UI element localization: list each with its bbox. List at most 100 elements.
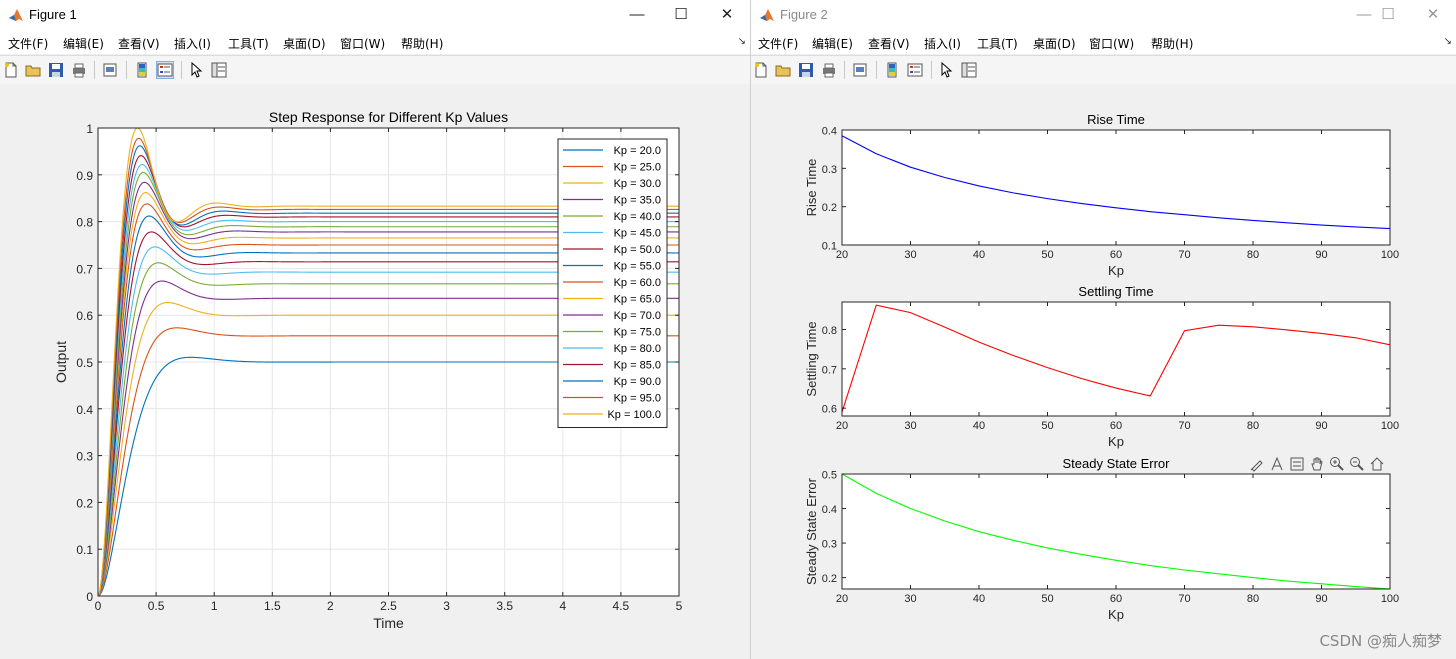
close-button[interactable]: ✕ [704, 0, 750, 30]
legend-label: Kp = 75.0 [614, 327, 661, 339]
zoom-in-icon[interactable] [1329, 456, 1345, 472]
toolbar-separator [844, 61, 845, 79]
menu-desktop[interactable]: 桌面(D) [1033, 35, 1076, 52]
menu-overflow-icon[interactable]: ↘ [738, 36, 746, 47]
legend-icon[interactable] [907, 62, 923, 78]
pan-icon[interactable] [1309, 456, 1325, 472]
plot-area [842, 130, 1390, 245]
colorbar-icon[interactable] [884, 62, 900, 78]
watermark-text: CSDN @痴人痴梦 [1319, 632, 1442, 650]
menu-view[interactable]: 查看(V) [118, 35, 160, 52]
menu-tools[interactable]: 工具(T) [228, 35, 269, 52]
print-preview-icon[interactable] [852, 62, 868, 78]
x-tick-label: 20 [836, 420, 848, 432]
y-tick-label: 0.4 [76, 403, 93, 417]
menu-insert[interactable]: 插入(I) [924, 35, 961, 52]
x-tick-label: 90 [1315, 593, 1327, 605]
x-tick-label: 50 [1041, 249, 1053, 261]
x-tick-label: 0.5 [148, 599, 165, 613]
pointer-icon[interactable] [938, 62, 954, 78]
close-button[interactable]: ✕ [1410, 0, 1456, 30]
legend-label: Kp = 100.0 [607, 409, 661, 421]
property-editor-icon[interactable] [961, 62, 977, 78]
zoom-out-icon[interactable] [1349, 456, 1365, 472]
menu-help[interactable]: 帮助(H) [401, 35, 443, 52]
print-icon[interactable] [71, 62, 87, 78]
step-response-plot[interactable]: 0 0.5 1 1.5 2 2.5 3 3.5 4 4.5 5 0 0.1 0.2 0.3 0.4 0.5 0.6… [0, 84, 750, 659]
legend-label: Kp = 60.0 [614, 277, 661, 289]
matlab-logo-icon [760, 9, 774, 21]
y-tick-label: 0.5 [822, 470, 837, 482]
menu-help[interactable]: 帮助(H) [1151, 35, 1193, 52]
menu-view[interactable]: 查看(V) [868, 35, 910, 52]
matlab-logo-icon [9, 9, 23, 21]
property-editor-icon[interactable] [211, 62, 227, 78]
menu-edit[interactable]: 编辑(E) [812, 35, 853, 52]
brush-icon[interactable] [1249, 456, 1265, 472]
x-tick-label: 4 [559, 599, 566, 613]
x-tick-label: 70 [1178, 593, 1190, 605]
legend-label: Kp = 20.0 [614, 145, 661, 157]
menu-overflow-icon[interactable]: ↘ [1444, 36, 1452, 47]
menu-file[interactable]: 文件(F) [758, 35, 798, 52]
pointer-icon[interactable] [188, 62, 204, 78]
menu-desktop[interactable]: 桌面(D) [283, 35, 326, 52]
x-tick-label: 4.5 [613, 599, 630, 613]
menu-insert[interactable]: 插入(I) [174, 35, 211, 52]
figure-canvas: 20 30 40 50 60 70 80 90 100 0.1 0.2 0.3 0.4 Rise Time… [751, 84, 1456, 659]
menu-file[interactable]: 文件(F) [8, 35, 48, 52]
x-tick-label: 60 [1110, 593, 1122, 605]
y-tick-label: 0.6 [76, 309, 93, 323]
toolbar-separator [931, 61, 932, 79]
legend-label: Kp = 30.0 [614, 178, 661, 190]
new-figure-icon[interactable] [3, 62, 19, 78]
menu-window[interactable]: 窗口(W) [1089, 35, 1134, 52]
title-bar[interactable]: Figure 2 — ☐ ✕ [751, 0, 1456, 30]
print-icon[interactable] [821, 62, 837, 78]
title-bar[interactable]: Figure 1 — ☐ ✕ [0, 0, 750, 30]
figure-toolbar [0, 55, 750, 85]
y-tick-label: 0.5 [76, 356, 93, 370]
performance-subplots[interactable]: 20 30 40 50 60 70 80 90 100 0.1 0.2 0.3 0.4 Rise Time… [751, 84, 1456, 659]
menu-window[interactable]: 窗口(W) [340, 35, 385, 52]
plot-area [842, 302, 1390, 416]
y-tick-label: 0 [86, 590, 93, 604]
menu-bar: 文件(F) 编辑(E) 查看(V) 插入(I) 工具(T) 桌面(D) 窗口(W… [0, 30, 750, 54]
save-icon[interactable] [798, 62, 814, 78]
y-tick-label: 0.7 [822, 364, 837, 376]
x-axis-label: Time [373, 615, 404, 631]
x-tick-label: 40 [973, 593, 985, 605]
menu-edit[interactable]: 编辑(E) [63, 35, 104, 52]
menu-tools[interactable]: 工具(T) [977, 35, 1018, 52]
legend-label: Kp = 70.0 [614, 310, 661, 322]
chart-title: Rise Time [1087, 112, 1145, 127]
figure-toolbar [751, 55, 1456, 85]
print-preview-icon[interactable] [102, 62, 118, 78]
legend-label: Kp = 90.0 [614, 376, 661, 388]
y-tick-label: 0.3 [822, 539, 837, 551]
x-tick-label: 60 [1110, 249, 1122, 261]
open-file-icon[interactable] [775, 62, 791, 78]
minimize-button[interactable]: — [614, 0, 660, 30]
window-title: Figure 2 [780, 7, 828, 22]
y-tick-label: 0.4 [822, 504, 837, 516]
new-figure-icon[interactable] [753, 62, 769, 78]
figure-2-window: Figure 2 — ☐ ✕ 文件(F) 编辑(E) 查看(V) 插入(I) 工… [751, 0, 1456, 659]
legend-label: Kp = 45.0 [614, 228, 661, 240]
export-icon[interactable] [1289, 456, 1305, 472]
maximize-button[interactable]: ☐ [658, 0, 704, 30]
open-file-icon[interactable] [25, 62, 41, 78]
y-tick-label: 0.3 [76, 450, 93, 464]
x-tick-label: 60 [1110, 420, 1122, 432]
home-icon[interactable] [1369, 456, 1385, 472]
save-icon[interactable] [48, 62, 64, 78]
x-tick-label: 1.5 [264, 599, 281, 613]
maximize-button[interactable]: ☐ [1365, 0, 1411, 30]
y-tick-label: 0.4 [822, 126, 837, 138]
plot-area [842, 474, 1390, 589]
x-tick-label: 0 [95, 599, 102, 613]
colorbar-icon[interactable] [134, 62, 150, 78]
y-tick-label: 1 [86, 122, 93, 136]
legend-icon[interactable] [156, 61, 174, 79]
data-tips-icon[interactable] [1269, 456, 1285, 472]
